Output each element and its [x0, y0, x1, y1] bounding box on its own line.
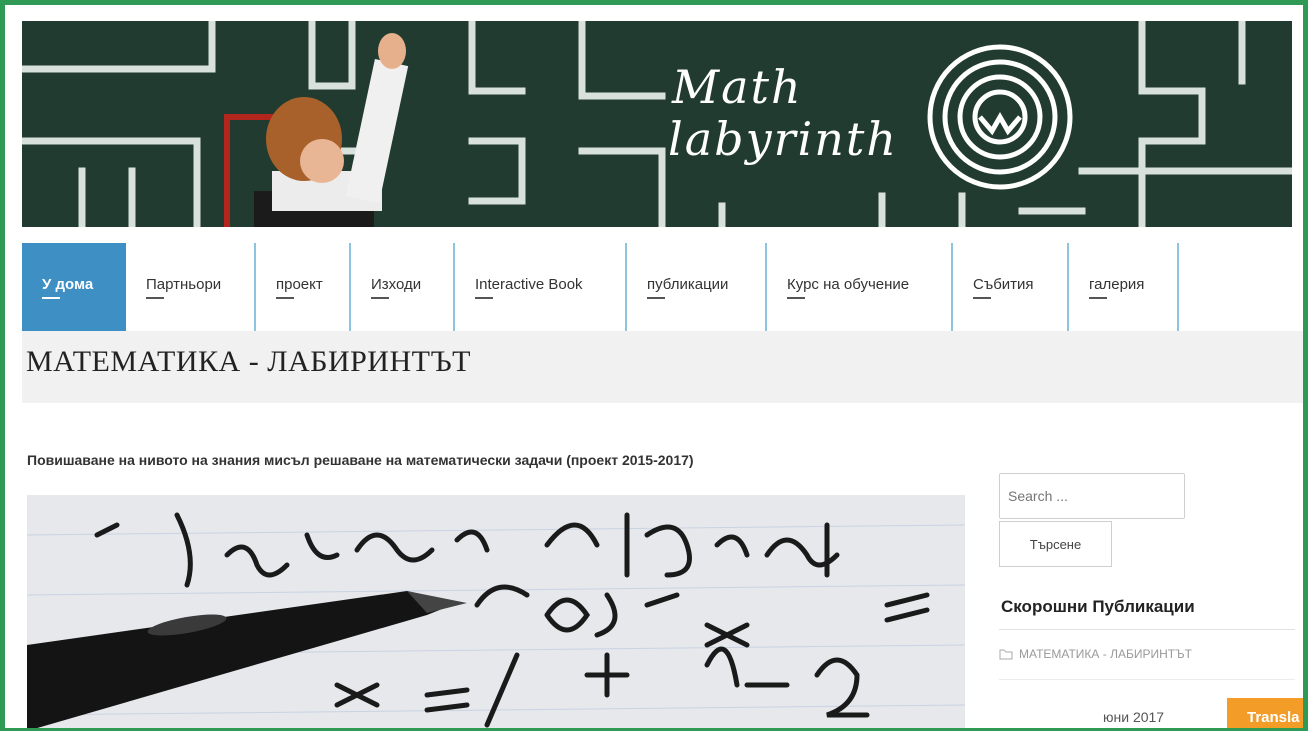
- page-title-bar: МАТЕМАТИКА - ЛАБИРИНТЪТ: [22, 331, 1303, 403]
- nav-item-interactive-book[interactable]: Interactive Book: [455, 243, 627, 331]
- nav-underline: [42, 296, 60, 299]
- nav-label: У дома: [42, 275, 94, 293]
- recent-posts-heading: Скорошни Публикации: [1001, 597, 1195, 616]
- logo-text: Math labyrinth: [668, 60, 898, 165]
- search-button[interactable]: Търсене: [999, 521, 1112, 567]
- recent-post-link[interactable]: МАТЕМАТИКА - ЛАБИРИНТЪТ: [999, 647, 1192, 661]
- nav-item-events[interactable]: Събития: [953, 243, 1069, 331]
- nav-label: Изходи: [371, 275, 422, 293]
- page-frame: Math labyrinth У дома Партньори проект И…: [0, 0, 1308, 731]
- folder-icon: [999, 649, 1013, 660]
- nav-item-outputs[interactable]: Изходи: [351, 243, 455, 331]
- nav-label: Събития: [973, 275, 1034, 293]
- recent-post-label: МАТЕМАТИКА - ЛАБИРИНТЪТ: [1019, 647, 1192, 661]
- boy-figure: [254, 33, 409, 227]
- maze-illustration: [22, 21, 1292, 227]
- nav-underline: [276, 296, 294, 299]
- logo-line-2: labyrinth: [668, 112, 899, 166]
- logo-line-1: Math: [672, 60, 803, 114]
- intro-text: Повишаване на нивото на знания мисъл реш…: [27, 452, 694, 468]
- search-input[interactable]: [999, 473, 1185, 519]
- page-title: МАТЕМАТИКА - ЛАБИРИНТЪТ: [26, 345, 471, 378]
- nav-underline: [371, 296, 389, 299]
- labyrinth-logo-icon: [927, 44, 1073, 190]
- nav-item-gallery[interactable]: галерия: [1069, 243, 1179, 331]
- header-banner: Math labyrinth: [22, 21, 1292, 227]
- nav-underline: [787, 296, 805, 299]
- nav-item-project[interactable]: проект: [256, 243, 351, 331]
- nav-underline: [1089, 296, 1107, 299]
- nav-label: галерия: [1089, 275, 1145, 293]
- nav-label: Курс на обучение: [787, 275, 910, 293]
- nav-underline: [475, 296, 493, 299]
- nav-label: Партньори: [146, 275, 222, 293]
- handwritten-math-illustration: [27, 495, 965, 728]
- nav-underline: [647, 296, 665, 299]
- nav-label: проект: [276, 275, 323, 293]
- nav-underline: [146, 296, 164, 299]
- nav-item-publications[interactable]: публикации: [627, 243, 767, 331]
- archive-date: юни 2017: [1103, 709, 1165, 725]
- nav-label: Interactive Book: [475, 275, 583, 293]
- nav-label: публикации: [647, 275, 729, 293]
- hero-image: [27, 495, 965, 728]
- nav-item-home[interactable]: У дома: [22, 243, 126, 331]
- nav-item-partners[interactable]: Партньори: [126, 243, 256, 331]
- divider: [999, 679, 1295, 680]
- nav-item-training-course[interactable]: Курс на обучение: [767, 243, 953, 331]
- divider: [999, 629, 1295, 630]
- main-nav: У дома Партньори проект Изходи Interacti…: [22, 243, 1302, 331]
- translate-button[interactable]: Transla: [1227, 698, 1303, 728]
- nav-underline: [973, 296, 991, 299]
